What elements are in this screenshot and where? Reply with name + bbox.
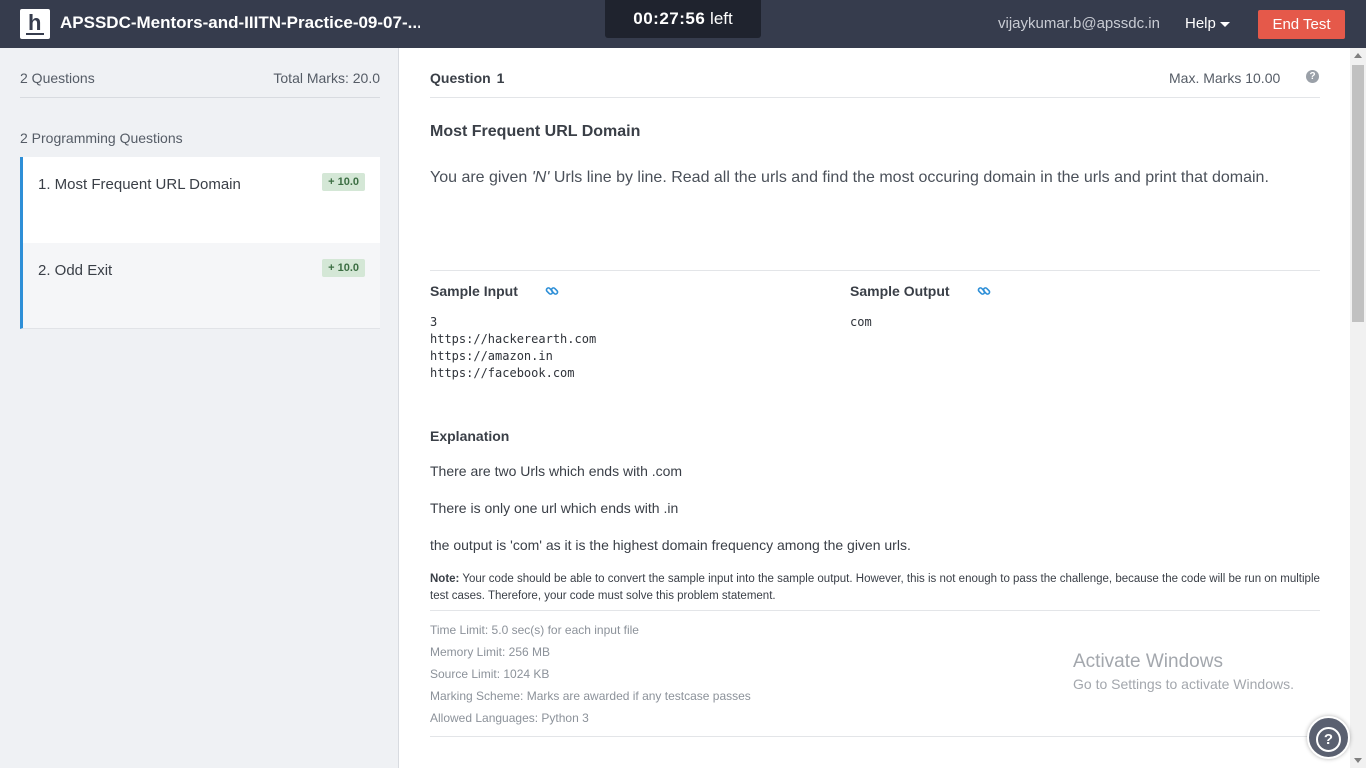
problem-title: Most Frequent URL Domain <box>430 123 641 140</box>
copy-link-icon[interactable] <box>545 284 559 298</box>
explanation-line: There is only one url which ends with .i… <box>430 500 679 516</box>
explanation-line: There are two Urls which ends with .com <box>430 463 683 479</box>
question-label: Question <box>430 70 491 86</box>
explanation-label: Explanation <box>430 428 510 444</box>
sample-input-label: Sample Input <box>430 283 518 299</box>
question-mark-icon: ? <box>1316 727 1341 752</box>
copy-link-icon[interactable] <box>977 284 991 298</box>
sidebar-summary: 2 Questions Total Marks: 20.0 <box>20 70 380 86</box>
question-count: 2 Questions <box>20 70 95 86</box>
sample-output-code: com <box>850 315 872 329</box>
timer-suffix: left <box>710 9 733 28</box>
question-item-label: 1. Most Frequent URL Domain <box>38 176 241 193</box>
explanation-line: the output is 'com' as it is the highest… <box>430 537 911 553</box>
marks-badge: + 10.0 <box>322 173 365 191</box>
question-header: Question 1 <box>430 70 504 86</box>
hackerearth-logo[interactable]: h <box>20 9 50 39</box>
top-bar: h APSSDC-Mentors-and-IIITN-Practice-09-0… <box>0 0 1366 48</box>
divider <box>430 270 1320 271</box>
help-menu[interactable]: Help <box>1185 15 1230 32</box>
activation-watermark-subtitle: Go to Settings to activate Windows. <box>1073 676 1294 692</box>
question-item-label: 2. Odd Exit <box>38 262 113 279</box>
limit-line: Source Limit: 1024 KB <box>430 667 550 681</box>
problem-statement: You are given 'N' Urls line by line. Rea… <box>430 169 1269 186</box>
end-test-button[interactable]: End Test <box>1258 10 1345 39</box>
limit-line: Memory Limit: 256 MB <box>430 645 551 659</box>
limit-line: Time Limit: 5.0 sec(s) for each input fi… <box>430 623 639 637</box>
user-email[interactable]: vijaykumar.b@apssdc.in <box>998 15 1160 32</box>
test-title: APSSDC-Mentors-and-IIITN-Practice-09-07-… <box>60 13 420 32</box>
problem-limits: Time Limit: 5.0 sec(s) for each input fi… <box>430 621 751 731</box>
scroll-up-arrow-icon[interactable] <box>1354 53 1362 58</box>
scroll-down-arrow-icon[interactable] <box>1354 758 1362 763</box>
note-text: Note: Your code should be able to conver… <box>430 573 1320 602</box>
note-label: Note: <box>430 573 460 585</box>
question-sidebar: 2 Questions Total Marks: 20.0 2 Programm… <box>0 48 399 768</box>
marks-badge: + 10.0 <box>322 259 365 277</box>
vertical-scrollbar[interactable] <box>1350 48 1366 768</box>
question-item-2[interactable]: 2. Odd Exit + 10.0 <box>20 243 380 329</box>
question-panel: Question 1 Max. Marks 10.00 ? Most Freque… <box>400 48 1350 768</box>
limit-line: Allowed Languages: Python 3 <box>430 711 589 725</box>
max-marks: Max. Marks 10.00 <box>1169 70 1281 86</box>
divider <box>430 736 1320 737</box>
timer-value: 00:27:56 <box>633 9 706 28</box>
sample-input-code: 3 https://hackerearth.com https://amazon… <box>430 315 597 380</box>
help-circle-icon[interactable]: ? <box>1306 70 1319 83</box>
limit-line: Marking Scheme: Marks are awarded if any… <box>430 689 751 703</box>
total-marks: Total Marks: 20.0 <box>273 70 380 86</box>
activation-watermark-title: Activate Windows <box>1073 651 1223 672</box>
statement-variable: 'N' <box>531 169 550 186</box>
countdown-timer: 00:27:56 left <box>605 0 761 38</box>
help-label: Help <box>1185 15 1216 32</box>
divider <box>430 610 1320 611</box>
divider <box>20 97 380 98</box>
caret-down-icon <box>1219 21 1230 27</box>
sample-output-label: Sample Output <box>850 283 950 299</box>
scrollbar-thumb[interactable] <box>1352 65 1364 322</box>
question-item-1[interactable]: 1. Most Frequent URL Domain + 10.0 <box>20 157 380 243</box>
help-floating-button[interactable]: ? <box>1307 716 1350 759</box>
section-label: 2 Programming Questions <box>20 130 183 146</box>
question-number: 1 <box>496 70 505 86</box>
divider <box>430 97 1320 98</box>
